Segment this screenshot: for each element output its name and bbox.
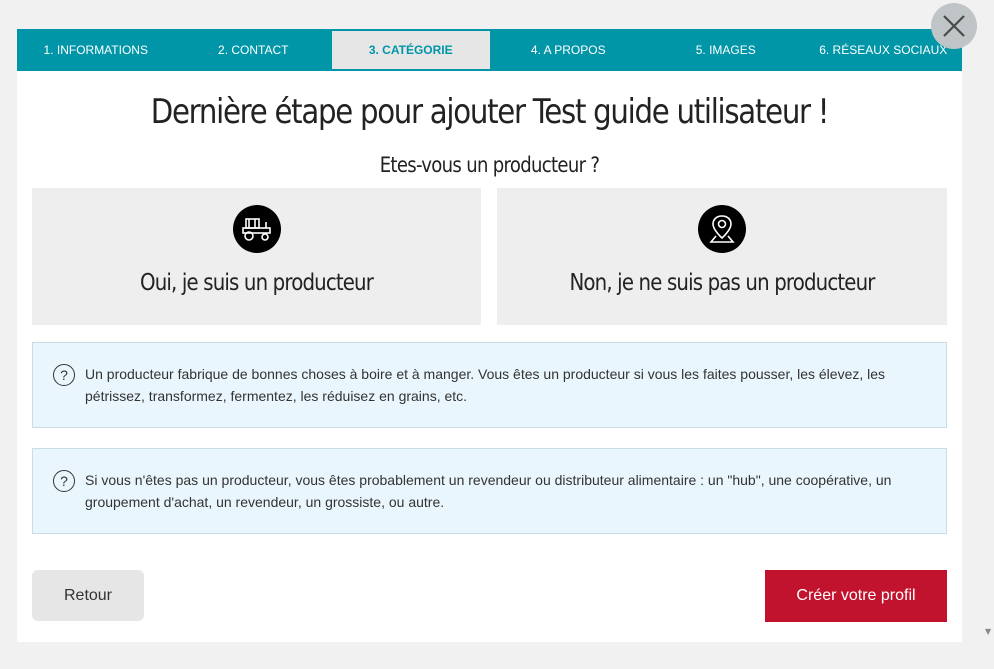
producer-info-box: ? Un producteur fabrique de bonnes chose… <box>32 342 947 428</box>
back-button[interactable]: Retour <box>32 570 144 621</box>
question-circle-icon: ? <box>53 470 75 492</box>
close-icon[interactable] <box>931 3 977 49</box>
map-pin-icon <box>698 205 746 253</box>
question-circle-icon: ? <box>53 364 75 386</box>
modal-dialog: 1. INFORMATIONS 2. CONTACT 3. CATÉGORIE … <box>17 29 962 642</box>
tractor-icon <box>232 205 281 253</box>
non-producer-info-text: Si vous n'êtes pas un producteur, vous ê… <box>85 472 892 510</box>
producer-no-option[interactable]: Non, je ne suis pas un producteur <box>497 188 947 325</box>
producer-info-text: Un producteur fabrique de bonnes choses … <box>85 366 886 404</box>
tab-images[interactable]: 5. IMAGES <box>647 29 805 71</box>
tab-a-propos[interactable]: 4. A PROPOS <box>490 29 648 71</box>
create-profile-button[interactable]: Créer votre profil <box>765 570 947 622</box>
question-subtitle: Etes-vous un producteur ? <box>379 153 600 177</box>
tab-categorie[interactable]: 3. CATÉGORIE <box>332 31 490 69</box>
tab-informations[interactable]: 1. INFORMATIONS <box>17 29 175 71</box>
scroll-down-arrow-icon[interactable]: ▼ <box>985 628 993 636</box>
page-title: Dernière étape pour ajouter Test guide u… <box>150 92 830 132</box>
step-tabs: 1. INFORMATIONS 2. CONTACT 3. CATÉGORIE … <box>17 29 962 71</box>
non-producer-info-box: ? Si vous n'êtes pas un producteur, vous… <box>32 448 947 534</box>
tab-contact[interactable]: 2. CONTACT <box>175 29 333 71</box>
producer-yes-label: Oui, je suis un producteur <box>140 270 374 296</box>
producer-yes-option[interactable]: Oui, je suis un producteur <box>32 188 481 325</box>
producer-no-label: Non, je ne suis pas un producteur <box>569 270 875 296</box>
